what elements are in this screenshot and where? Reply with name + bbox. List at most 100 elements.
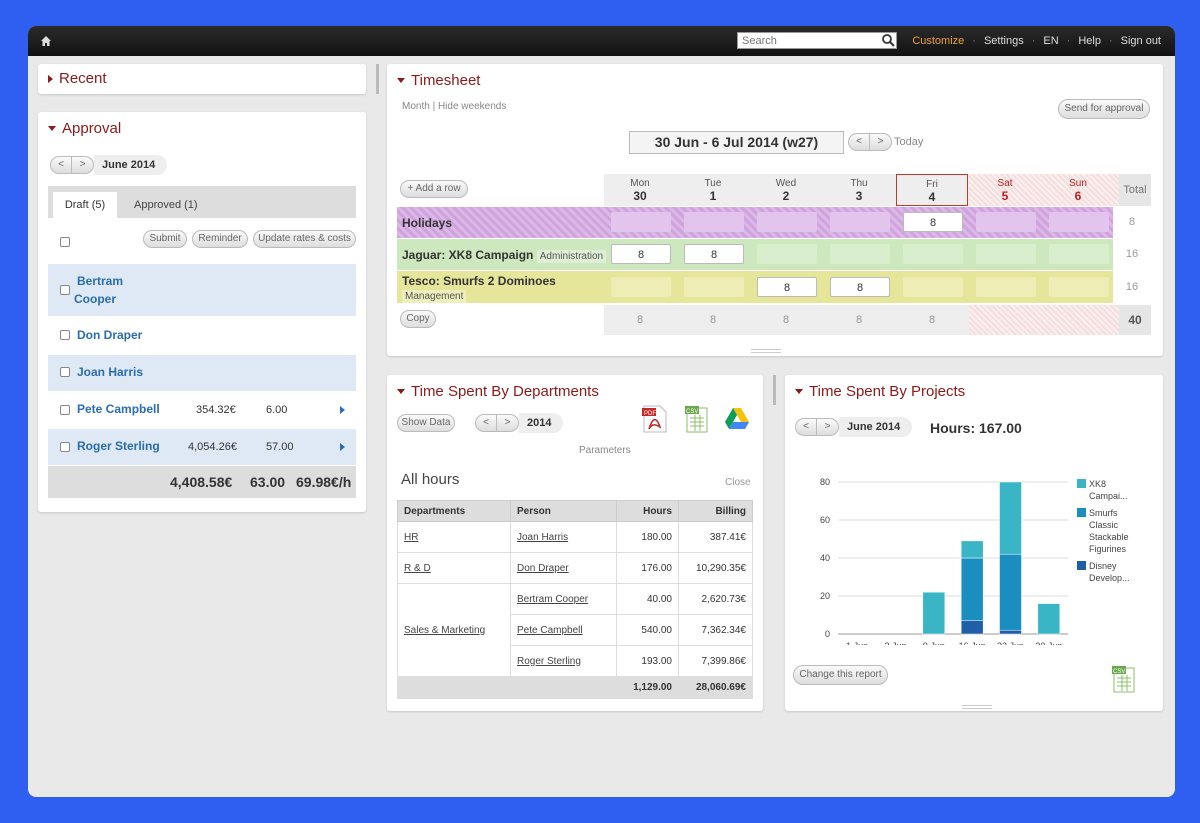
day-header-tue: Tue 1: [704, 178, 722, 203]
language-link[interactable]: EN: [1043, 35, 1058, 47]
change-report-button[interactable]: Change this report: [793, 665, 888, 685]
resize-handle[interactable]: [962, 705, 992, 709]
hours-cell[interactable]: [976, 212, 1036, 232]
row-checkbox[interactable]: [60, 405, 70, 415]
hours-cell[interactable]: [684, 277, 744, 297]
hours-cell[interactable]: 8: [903, 212, 963, 232]
hours-cell[interactable]: [1049, 277, 1109, 297]
list-item[interactable]: Don Draper: [48, 318, 356, 354]
search-icon[interactable]: [881, 33, 895, 47]
copy-button[interactable]: Copy: [400, 310, 436, 328]
close-link[interactable]: Close: [725, 477, 751, 488]
next-week-button[interactable]: >: [870, 133, 892, 151]
submit-button[interactable]: Submit: [143, 230, 187, 248]
splitter-handle[interactable]: [376, 64, 379, 94]
hours-cell[interactable]: [903, 277, 963, 297]
hours-cell[interactable]: [611, 277, 671, 297]
hours-cell[interactable]: [757, 212, 817, 232]
add-row-button[interactable]: + Add a row: [400, 180, 468, 198]
hours-cell[interactable]: [1049, 244, 1109, 264]
person-link[interactable]: Joan Harris: [510, 521, 617, 553]
hours-cell[interactable]: 8: [611, 244, 671, 264]
arrow-right-icon[interactable]: [340, 443, 345, 451]
list-item[interactable]: Bertram Cooper: [48, 264, 356, 316]
legend-label: Develop...: [1089, 573, 1130, 583]
resize-handle[interactable]: [751, 349, 781, 353]
reminder-button[interactable]: Reminder: [192, 230, 248, 248]
list-item[interactable]: Joan Harris: [48, 355, 356, 391]
list-item[interactable]: Roger Sterling 4,054.26€ 57.00: [48, 429, 356, 465]
tab-draft[interactable]: Draft (5): [53, 192, 117, 218]
bar: [999, 629, 1022, 635]
person-link[interactable]: Bertram Cooper: [510, 583, 617, 615]
recent-header[interactable]: Recent: [48, 70, 107, 87]
hours-cell[interactable]: [757, 244, 817, 264]
prev-week-button[interactable]: <: [848, 133, 870, 151]
legend-label: Classic: [1089, 520, 1119, 530]
select-all-checkbox[interactable]: [60, 237, 70, 247]
prev-year-button[interactable]: <: [475, 414, 497, 432]
person-link[interactable]: Pete Campbell: [510, 614, 617, 646]
hours-cell[interactable]: 8: [830, 277, 890, 297]
today-link[interactable]: Today: [894, 136, 923, 148]
x-tick-label: 30 Jun: [1035, 641, 1062, 645]
table-header-row: Departments Person Hours Billing: [397, 500, 753, 522]
dept-link[interactable]: Sales & Marketing: [397, 583, 511, 677]
customize-link[interactable]: Customize: [912, 35, 964, 47]
search-input[interactable]: [737, 32, 897, 49]
year-nav: < >: [475, 414, 519, 432]
list-item[interactable]: Pete Campbell 354.32€ 6.00: [48, 392, 356, 428]
projects-header[interactable]: Time Spent By Projects: [795, 383, 965, 400]
google-drive-icon[interactable]: [724, 407, 750, 431]
timesheet-header[interactable]: Timesheet: [397, 72, 480, 89]
hours-cell[interactable]: [1049, 212, 1109, 232]
person-link[interactable]: Don Draper: [510, 552, 617, 584]
collapse-icon: [48, 126, 56, 131]
tab-bar: Draft (5) Approved (1): [48, 186, 356, 218]
collapse-icon: [795, 389, 803, 394]
dept-link[interactable]: R & D: [397, 552, 511, 584]
update-rates-button[interactable]: Update rates & costs: [253, 230, 356, 248]
help-link[interactable]: Help: [1078, 35, 1101, 47]
prev-month-button[interactable]: <: [795, 418, 817, 436]
hours-cell[interactable]: [830, 244, 890, 264]
hours-cell[interactable]: [611, 212, 671, 232]
legend-swatch: [1077, 479, 1086, 488]
tab-approved[interactable]: Approved (1): [134, 192, 198, 218]
day-header-fri: Fri 4: [896, 174, 968, 206]
hours-cell[interactable]: [684, 212, 744, 232]
csv-export-icon[interactable]: CSV: [685, 405, 711, 433]
pdf-export-icon[interactable]: PDF: [642, 405, 668, 433]
approval-header[interactable]: Approval: [48, 120, 121, 137]
hours-cell[interactable]: [976, 277, 1036, 297]
settings-link[interactable]: Settings: [984, 35, 1024, 47]
next-year-button[interactable]: >: [497, 414, 519, 432]
month-view-link[interactable]: Month: [402, 101, 430, 112]
arrow-right-icon[interactable]: [340, 406, 345, 414]
parameters-link[interactable]: Parameters: [579, 445, 631, 456]
hours-cell[interactable]: [976, 244, 1036, 264]
row-checkbox[interactable]: [60, 285, 70, 295]
row-checkbox[interactable]: [60, 442, 70, 452]
day-header-thu: Thu 3: [850, 178, 868, 203]
sign-out-link[interactable]: Sign out: [1121, 35, 1161, 47]
next-month-button[interactable]: >: [72, 156, 94, 174]
prev-month-button[interactable]: <: [50, 156, 72, 174]
hours-cell[interactable]: [903, 244, 963, 264]
csv-export-icon[interactable]: CSV: [1112, 665, 1138, 693]
next-month-button[interactable]: >: [817, 418, 839, 436]
hours-cell[interactable]: [830, 212, 890, 232]
row-checkbox[interactable]: [60, 367, 70, 377]
departments-header[interactable]: Time Spent By Departments: [397, 383, 599, 400]
y-tick-label: 40: [820, 553, 830, 563]
home-icon[interactable]: [40, 35, 52, 47]
row-checkbox[interactable]: [60, 330, 70, 340]
hours-cell[interactable]: 8: [757, 277, 817, 297]
hours-cell[interactable]: 8: [684, 244, 744, 264]
hide-weekends-link[interactable]: Hide weekends: [438, 101, 506, 112]
send-for-approval-button[interactable]: Send for approval: [1058, 99, 1150, 119]
dept-link[interactable]: HR: [397, 521, 511, 553]
splitter-handle[interactable]: [773, 375, 776, 405]
person-link[interactable]: Roger Sterling: [510, 645, 617, 677]
show-data-button[interactable]: Show Data: [397, 414, 455, 432]
